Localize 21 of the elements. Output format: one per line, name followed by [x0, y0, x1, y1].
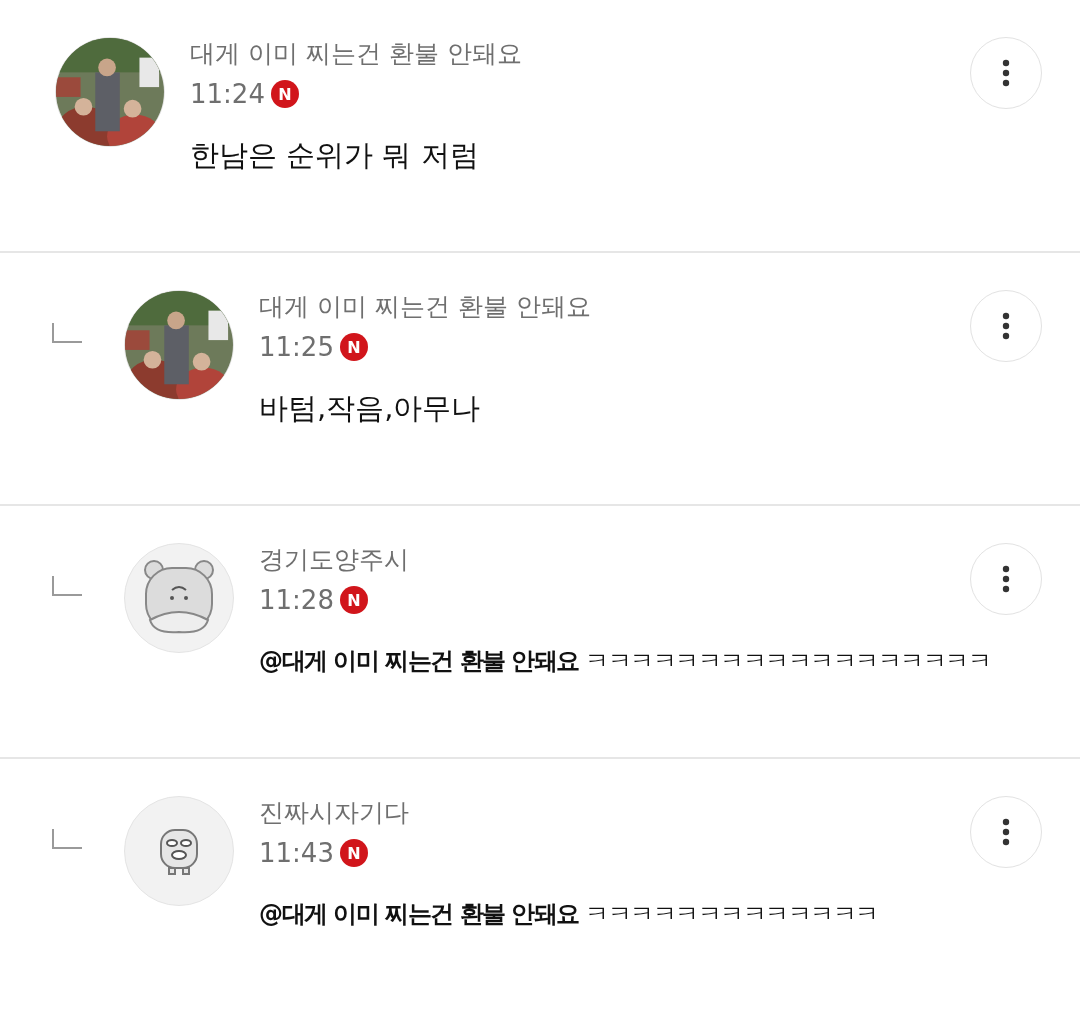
new-badge: N	[339, 586, 368, 614]
comment-time: 11:28	[259, 584, 334, 617]
creature-icon	[157, 826, 201, 876]
author-name[interactable]: 경기도양주시	[259, 543, 970, 577]
new-badge: N	[339, 839, 368, 867]
new-badge: N	[270, 80, 299, 108]
more-icon	[1002, 565, 1010, 593]
comment-text: @대게 이미 찌는건 환불 안돼요 ㅋㅋㅋㅋㅋㅋㅋㅋㅋㅋㅋㅋㅋ	[259, 899, 879, 930]
author-name[interactable]: 진짜시자기다	[259, 796, 970, 830]
comment-time: 11:25	[259, 331, 334, 364]
more-icon	[1002, 818, 1010, 846]
new-badge: N	[339, 333, 368, 361]
more-icon	[1002, 59, 1010, 87]
author-name[interactable]: 대게 이미 찌는건 환불 안돼요	[259, 290, 970, 324]
more-icon	[1002, 312, 1010, 340]
comment-text: 한남은 순위가 뭐 저럼	[190, 137, 480, 174]
author-name[interactable]: 대게 이미 찌는건 환불 안돼요	[190, 37, 970, 71]
comment-text: 바텀,작음,아무나	[259, 390, 482, 427]
comment-time: 11:24	[190, 78, 265, 111]
comment-time: 11:43	[259, 837, 334, 870]
comment-text: @대게 이미 찌는건 환불 안돼요 ㅋㅋㅋㅋㅋㅋㅋㅋㅋㅋㅋㅋㅋㅋㅋㅋㅋㅋ	[259, 646, 992, 677]
